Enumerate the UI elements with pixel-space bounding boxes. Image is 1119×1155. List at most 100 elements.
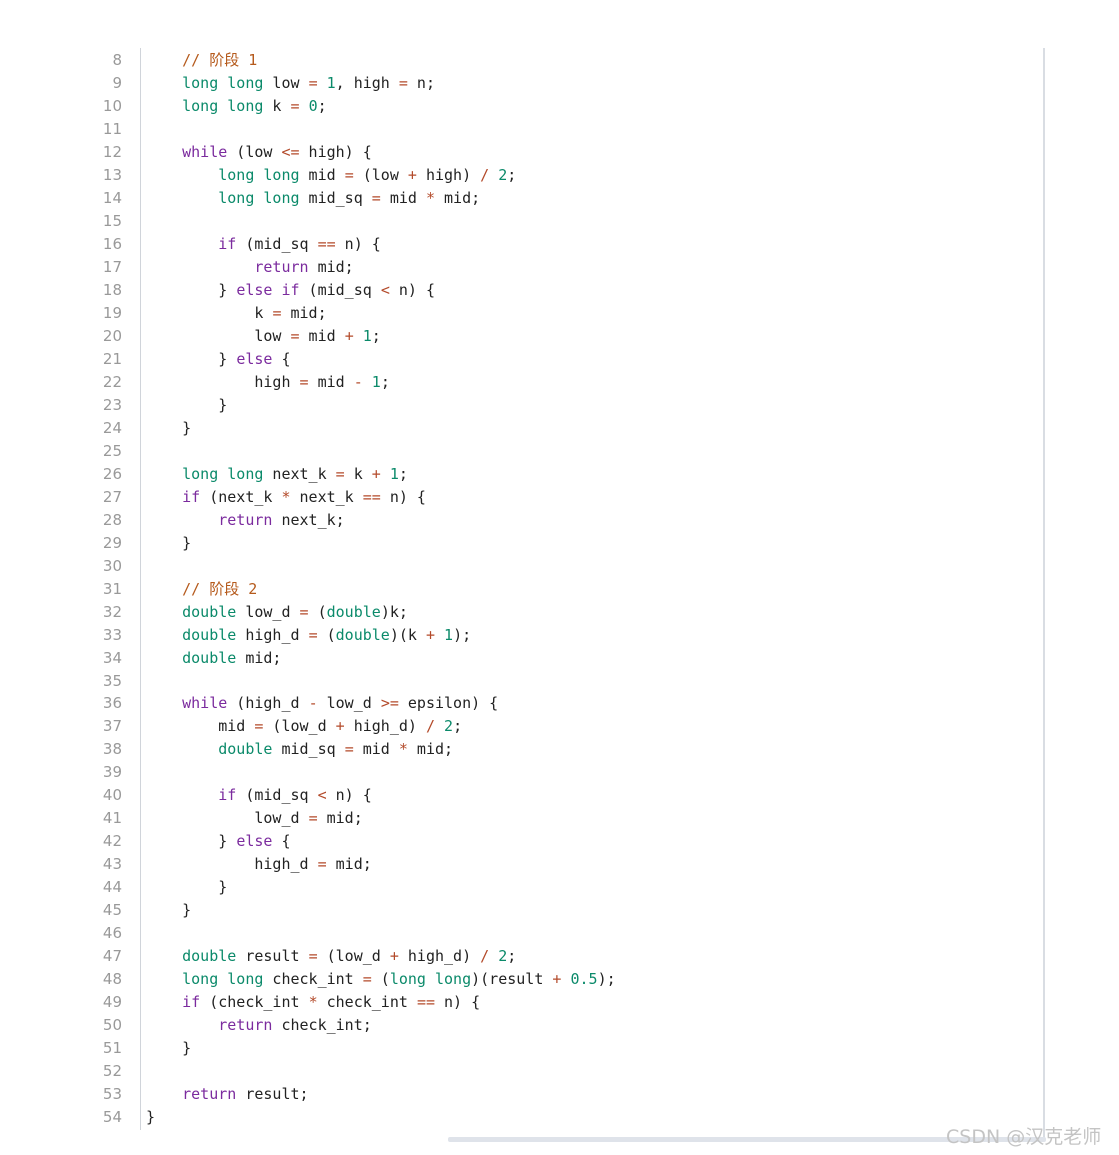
code-token-num: 1 <box>326 74 336 92</box>
code-line: 29 } <box>0 532 1040 554</box>
code-token-op: * <box>398 740 408 759</box>
code-line: 16 if (mid_sq == n) { <box>0 233 1040 255</box>
code-text: return mid; <box>146 256 353 278</box>
code-block-right-border <box>1043 48 1045 1140</box>
code-token-plain: mid; <box>435 188 481 207</box>
line-number: 27 <box>102 487 122 506</box>
code-token-plain: ; <box>317 97 327 115</box>
code-token-plain: n) { <box>326 786 372 805</box>
line-number: 45 <box>102 901 122 920</box>
line-number: 20 <box>102 326 122 345</box>
line-number: 39 <box>102 763 122 782</box>
code-token-op: = <box>344 165 354 184</box>
code-line: 31 // 阶段 2 <box>0 578 1040 600</box>
line-number: 15 <box>102 211 122 230</box>
code-token-plain: mid <box>380 188 426 207</box>
code-token-plain: next_k <box>263 464 336 483</box>
code-line: 22 high = mid - 1; <box>0 371 1040 393</box>
code-block: 8 // 阶段 19 long long low = 1, high = n; 1… <box>0 0 1046 1142</box>
code-token-op: / <box>425 717 435 736</box>
code-token-kw: if <box>218 234 237 253</box>
code-token-plain: high_d) <box>398 947 481 966</box>
code-text: k = mid; <box>146 302 326 324</box>
code-token-op: = <box>308 947 318 966</box>
code-token-plain: (low <box>353 165 408 184</box>
code-token-op: + <box>425 625 435 644</box>
code-token-kw: while <box>182 142 228 161</box>
code-token-op: + <box>371 464 381 483</box>
line-number: 21 <box>102 349 122 368</box>
line-number: 47 <box>102 947 122 966</box>
code-line: 36 while (high_d - low_d >= epsilon) { <box>0 692 1040 714</box>
code-token-plain: n) { <box>435 993 481 1012</box>
code-line: 30 <box>0 555 1040 577</box>
code-text: while (low <= high) { <box>146 141 372 163</box>
line-number: 40 <box>102 786 122 805</box>
code-token-op: = <box>335 464 345 483</box>
code-text: } else if (mid_sq < n) { <box>146 279 435 301</box>
code-token-num: 0.5 <box>570 970 598 989</box>
code-text: double low_d = (double)k; <box>146 601 408 623</box>
code-token-plain: { <box>272 349 291 368</box>
code-token-plain: k <box>344 464 372 483</box>
code-token-plain: high) <box>416 165 481 184</box>
code-line: 45 } <box>0 899 1040 921</box>
code-token-plain: ; <box>380 372 390 391</box>
code-token-type: double <box>326 602 381 621</box>
code-token-plain: mid <box>299 165 345 184</box>
code-line: 33 double high_d = (double)(k + 1); <box>0 624 1040 646</box>
code-token-plain: n) { <box>389 280 435 299</box>
code-token-op: - <box>353 372 363 391</box>
code-line: 20 low = mid + 1; <box>0 325 1040 347</box>
code-token-kw: return <box>182 1085 237 1104</box>
code-line: 8 // 阶段 1 <box>0 49 1040 71</box>
code-text: } else { <box>146 830 290 852</box>
code-token-type: double <box>182 625 237 644</box>
code-token-plain: )(k <box>389 625 426 644</box>
code-text: } else { <box>146 348 291 370</box>
code-line: 40 if (mid_sq < n) { <box>0 784 1040 806</box>
code-token-type: long long <box>182 74 264 92</box>
code-text: double mid_sq = mid * mid; <box>146 738 453 760</box>
code-token-op: = <box>362 970 372 989</box>
code-token-op: == <box>416 993 435 1012</box>
code-token-kw: return <box>254 257 309 276</box>
code-text: mid = (low_d + high_d) / 2; <box>146 715 462 737</box>
code-line: 51 } <box>0 1037 1040 1059</box>
code-line: 17 return mid; <box>0 256 1040 278</box>
code-text: long long mid = (low + high) / 2; <box>146 164 516 186</box>
code-line: 35 <box>0 670 1040 692</box>
code-token-type: double <box>335 625 390 644</box>
code-token-op: + <box>335 717 345 736</box>
code-text: long long next_k = k + 1; <box>146 463 408 485</box>
code-token-plain: ); <box>597 970 616 989</box>
code-line: 19 k = mid; <box>0 302 1040 324</box>
line-number: 16 <box>102 234 122 253</box>
code-line: 14 long long mid_sq = mid * mid; <box>0 187 1040 209</box>
code-token-op: + <box>389 947 399 966</box>
line-number: 42 <box>102 832 122 851</box>
code-token-plain: high <box>146 372 300 391</box>
code-token-plain: mid; <box>326 855 372 874</box>
code-token-plain: } <box>146 280 237 299</box>
code-token-plain: check_int <box>263 970 363 989</box>
code-token-op: * <box>425 188 435 207</box>
code-line: 37 mid = (low_d + high_d) / 2; <box>0 715 1040 737</box>
code-token-op: < <box>317 786 327 805</box>
code-token-plain: ); <box>453 625 472 644</box>
code-token-plain: k <box>146 303 273 322</box>
watermark: CSDN @汉克老师 <box>946 1126 1102 1148</box>
code-text: } <box>146 899 191 921</box>
code-token-kw: if <box>218 786 237 805</box>
code-line: 24 } <box>0 417 1040 439</box>
line-number: 53 <box>102 1085 122 1104</box>
